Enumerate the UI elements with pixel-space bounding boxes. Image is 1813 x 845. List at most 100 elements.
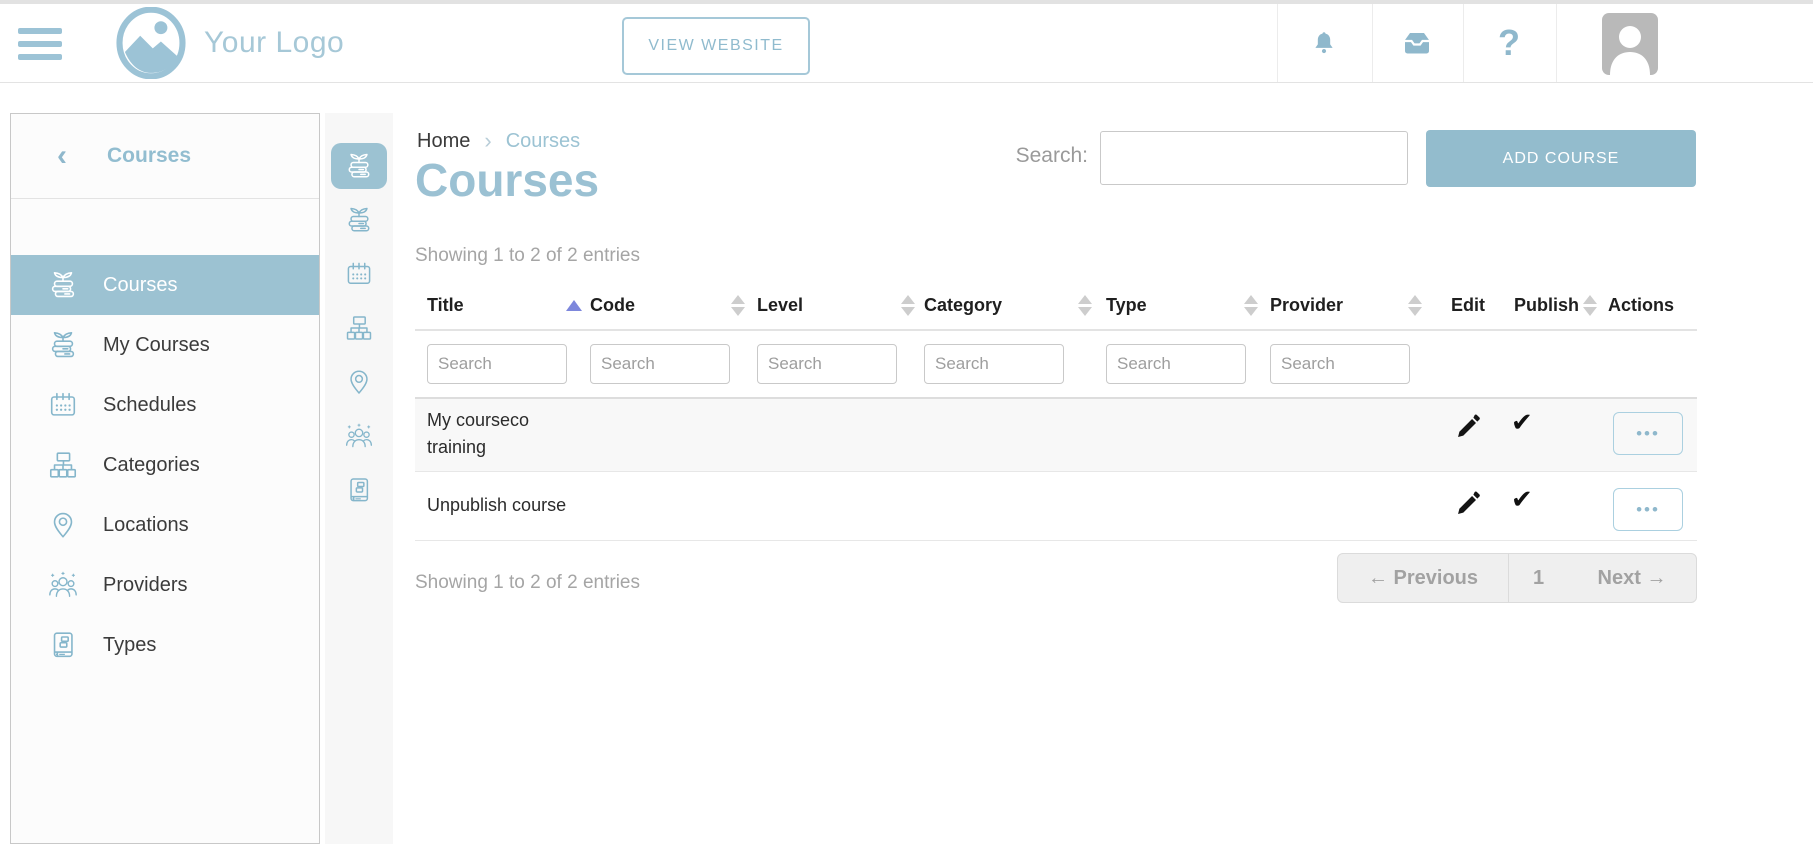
table-row: Unpublish course ✔ ••• <box>415 472 1697 541</box>
chevron-right-icon: › <box>484 128 491 154</box>
sidebar-item-schedules[interactable]: Schedules <box>11 375 319 435</box>
previous-page-button[interactable]: ← Previous <box>1338 554 1509 602</box>
header-divider <box>1372 4 1373 82</box>
publish-toggle-button[interactable]: ✔ <box>1511 409 1533 435</box>
rail-item-schedules[interactable] <box>331 251 387 297</box>
sidebar-item-label: Schedules <box>103 394 196 417</box>
table-body: My courseco training✔•••Unpublish course… <box>415 397 1697 541</box>
column-header-title[interactable]: Title <box>427 287 582 323</box>
sidebar-item-label: Categories <box>103 454 200 477</box>
column-label: Actions <box>1608 295 1674 316</box>
next-page-button[interactable]: Next → <box>1568 554 1696 602</box>
row-title: My courseco training <box>427 407 592 461</box>
help-button[interactable]: ? <box>1480 4 1538 81</box>
sidebar-menu: Courses My Courses Schedules Categories Loca… <box>11 255 319 675</box>
logo[interactable]: Your Logo <box>112 6 344 80</box>
categories-icon <box>47 449 79 481</box>
edit-button[interactable] <box>1455 412 1483 440</box>
schedules-icon <box>47 389 79 421</box>
sidebar-item-my-courses[interactable]: My Courses <box>11 315 319 375</box>
publish-toggle-button[interactable]: ✔ <box>1511 486 1533 512</box>
rail-item-my-courses[interactable] <box>331 197 387 243</box>
sidebar-title: Courses <box>107 144 191 168</box>
row-actions-button[interactable]: ••• <box>1613 488 1683 531</box>
filter-input-code[interactable] <box>590 344 730 384</box>
sidebar-item-courses[interactable]: Courses <box>11 255 319 315</box>
column-label: Code <box>590 295 635 316</box>
ellipsis-icon: ••• <box>1636 500 1660 519</box>
pencil-icon <box>1455 412 1483 440</box>
sort-ascending-icon <box>566 300 582 311</box>
types-icon <box>344 475 374 505</box>
breadcrumb: Home › Courses <box>417 128 580 154</box>
sidebar-item-providers[interactable]: Providers <box>11 555 319 615</box>
filter-input-provider[interactable] <box>1270 344 1410 384</box>
inbox-icon <box>1400 28 1434 58</box>
filter-input-level[interactable] <box>757 344 897 384</box>
logo-text: Your Logo <box>204 26 344 60</box>
page-button-1[interactable]: 1 <box>1509 554 1568 602</box>
schedules-icon <box>344 259 374 289</box>
logo-image-icon <box>112 7 190 79</box>
sidebar-item-types[interactable]: Types <box>11 615 319 675</box>
user-avatar[interactable] <box>1602 13 1658 75</box>
hamburger-menu-button[interactable] <box>18 25 62 63</box>
filter-input-title[interactable] <box>427 344 567 384</box>
column-header-type[interactable]: Type <box>1106 287 1258 323</box>
icon-rail <box>325 113 393 844</box>
breadcrumb-home-link[interactable]: Home <box>417 130 470 153</box>
row-actions-button[interactable]: ••• <box>1613 412 1683 455</box>
header-divider <box>1277 4 1278 82</box>
column-label: Title <box>427 295 464 316</box>
column-label: Type <box>1106 295 1147 316</box>
sidebar-header: ‹ Courses <box>11 114 319 199</box>
column-header-code[interactable]: Code <box>590 287 745 323</box>
view-website-button[interactable]: VIEW WEBSITE <box>622 17 810 75</box>
providers-icon <box>47 569 79 601</box>
filter-input-category[interactable] <box>924 344 1064 384</box>
providers-icon <box>344 421 374 451</box>
rail-item-types[interactable] <box>331 467 387 513</box>
column-header-provider[interactable]: Provider <box>1270 287 1422 323</box>
hamburger-bar <box>18 28 62 34</box>
inbox-button[interactable] <box>1388 4 1446 81</box>
sort-arrows-icon <box>901 295 915 316</box>
add-course-button[interactable]: ADD COURSE <box>1426 130 1696 187</box>
header-divider <box>1463 4 1464 82</box>
sort-arrows-icon <box>1078 295 1092 316</box>
sidebar-collapse-chevron-icon[interactable]: ‹ <box>57 141 67 171</box>
column-label: Publish <box>1514 295 1579 316</box>
sort-arrows-icon <box>731 295 745 316</box>
pencil-icon <box>1455 489 1483 517</box>
rail-item-providers[interactable] <box>331 413 387 459</box>
rail-item-locations[interactable] <box>331 359 387 405</box>
row-title: Unpublish course <box>427 492 592 519</box>
filter-input-type[interactable] <box>1106 344 1246 384</box>
ellipsis-icon: ••• <box>1636 424 1660 443</box>
column-label: Level <box>757 295 803 316</box>
check-icon: ✔ <box>1511 484 1533 514</box>
check-icon: ✔ <box>1511 407 1533 437</box>
rail-item-courses[interactable] <box>331 143 387 189</box>
help-icon: ? <box>1498 25 1520 61</box>
table-summary-top: Showing 1 to 2 of 2 entries <box>415 245 640 267</box>
column-header-category[interactable]: Category <box>924 287 1092 323</box>
column-header-level[interactable]: Level <box>757 287 915 323</box>
column-header-publish[interactable]: Publish <box>1514 287 1597 323</box>
edit-button[interactable] <box>1455 489 1483 517</box>
sidebar-item-label: My Courses <box>103 334 210 357</box>
notifications-button[interactable] <box>1295 4 1353 81</box>
rail-item-categories[interactable] <box>331 305 387 351</box>
header-divider <box>1556 4 1557 82</box>
bell-icon <box>1309 27 1339 59</box>
locations-icon <box>344 367 374 397</box>
sidebar: ‹ Courses Courses My Courses Schedules Cate… <box>10 113 320 844</box>
sidebar-item-label: Courses <box>103 274 177 297</box>
sidebar-item-categories[interactable]: Categories <box>11 435 319 495</box>
search-input[interactable] <box>1100 131 1408 185</box>
sidebar-item-locations[interactable]: Locations <box>11 495 319 555</box>
breadcrumb-current[interactable]: Courses <box>506 130 580 153</box>
pagination: ← Previous 1 Next → <box>1337 553 1697 603</box>
sidebar-item-label: Providers <box>103 574 187 597</box>
sort-arrows-icon <box>1583 295 1597 316</box>
